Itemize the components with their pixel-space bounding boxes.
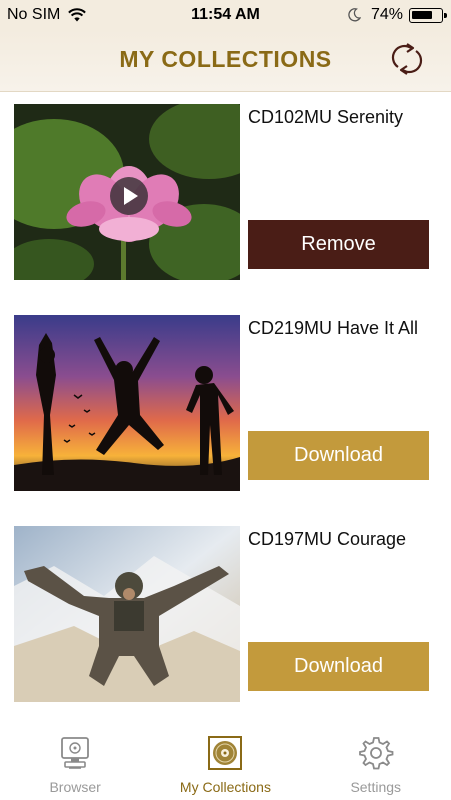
battery-percent: 74% <box>370 6 403 23</box>
page-title: MY COLLECTIONS <box>119 46 332 72</box>
download-button[interactable]: Download <box>248 431 429 480</box>
battery-icon <box>409 7 447 23</box>
list-item: CD102MU Serenity Remove <box>0 92 451 303</box>
list-item: CD197MU Courage Download <box>0 514 451 725</box>
battery-nub <box>444 12 447 18</box>
sync-button[interactable] <box>386 38 428 80</box>
remove-button[interactable]: Remove <box>248 220 429 269</box>
battery-fill <box>412 10 432 19</box>
collections-list: CD102MU Serenity Remove CD219MU Have It … <box>0 92 451 725</box>
thumbnail-skydiver[interactable] <box>14 526 240 702</box>
tab-label: Settings <box>350 779 402 795</box>
collection-title: CD102MU Serenity <box>248 107 404 127</box>
tab-browser[interactable]: Browser <box>0 725 150 800</box>
collection-title: CD197MU Courage <box>248 529 407 549</box>
tab-bar: Browser My Collections Settings <box>0 725 451 800</box>
download-button[interactable]: Download <box>248 642 429 691</box>
computer-icon <box>61 737 90 769</box>
list-item: CD219MU Have It All Download <box>0 303 451 514</box>
tab-label: Browser <box>49 779 101 795</box>
gear-icon <box>358 737 394 770</box>
cd-icon <box>208 736 243 770</box>
tab-my-collections[interactable]: My Collections <box>150 725 300 800</box>
status-right: 74% <box>347 6 447 24</box>
collection-title: CD219MU Have It All <box>248 318 419 338</box>
thumbnail-sunset[interactable] <box>14 315 240 491</box>
sync-icon <box>391 43 423 75</box>
moon-icon <box>348 8 361 22</box>
play-icon[interactable] <box>110 177 148 215</box>
thumbnail-lotus[interactable] <box>14 104 240 280</box>
tab-settings[interactable]: Settings <box>301 725 451 800</box>
status-bar: No SIM 11:54 AM 74% <box>0 0 451 30</box>
navigation-header: MY COLLECTIONS <box>0 30 451 92</box>
tab-label: My Collections <box>179 779 271 795</box>
